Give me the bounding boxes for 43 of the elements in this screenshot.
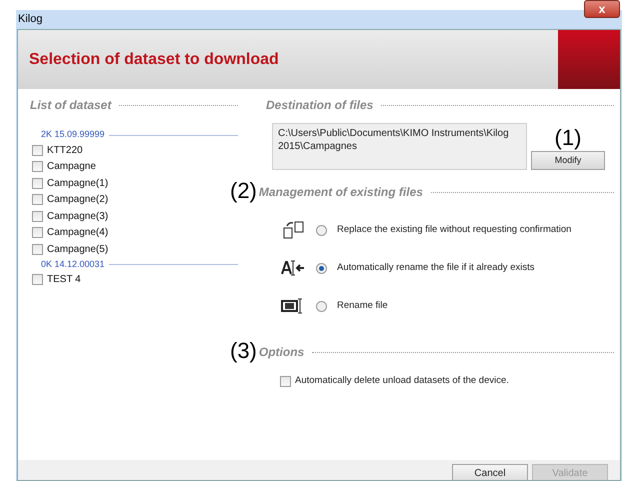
close-button[interactable]: x [584, 0, 620, 18]
option-label: Rename file [337, 298, 388, 313]
checkbox[interactable] [32, 227, 43, 238]
window-title: Kilog [18, 12, 42, 28]
header-title: Selection of dataset to download [28, 50, 279, 70]
option-label: Automatically delete unload datasets of the device. [295, 374, 509, 388]
checkbox[interactable] [32, 178, 43, 189]
step-marker: (3) [230, 338, 257, 364]
dataset-label: Campagne(1) [47, 176, 108, 191]
dataset-label: Campagne(2) [47, 193, 108, 208]
dataset-label: Campagne(5) [47, 242, 108, 257]
checkbox[interactable] [32, 210, 43, 222]
logo-block [558, 30, 620, 89]
section-title: Management of existing files [258, 184, 423, 201]
file-swap-icon [282, 220, 304, 240]
dataset-label: TEST 4 [47, 273, 81, 288]
option-label: Replace the existing file without requesting confirmation [337, 222, 572, 237]
text-cursor-arrow-icon [281, 260, 305, 276]
section-title: Options [258, 344, 304, 361]
device-group-label: 0K 14.12.00031 [41, 258, 105, 271]
rename-field-icon [281, 298, 305, 314]
section-title: Destination of files [266, 97, 374, 114]
dialog-button[interactable]: Cancel [452, 464, 528, 480]
checkbox[interactable] [32, 274, 43, 286]
device-group-label: 2K 15.09.99999 [41, 128, 105, 142]
section-title: List of dataset [30, 97, 112, 114]
checkbox[interactable] [32, 161, 43, 172]
radio-button[interactable] [316, 300, 327, 312]
checkbox[interactable] [32, 194, 43, 206]
checkbox[interactable] [32, 244, 43, 255]
radio-button[interactable] [316, 224, 327, 236]
dataset-label: Campagne [47, 160, 96, 174]
option-label: Automatically rename the file if it already exists [337, 260, 534, 275]
dataset-label: Campagne(3) [47, 210, 108, 224]
path-field[interactable]: C:\Users\Public\Documents\KIMO Instruments\Kilog 2015\Campagnes [272, 123, 527, 170]
radio-button[interactable] [316, 262, 327, 274]
checkbox[interactable] [32, 144, 43, 156]
dataset-label: Campagne(4) [47, 226, 108, 240]
modify-button[interactable]: Modify [531, 151, 605, 170]
checkbox[interactable] [280, 376, 291, 387]
step-marker: (2) [230, 178, 257, 204]
dataset-label: KTT220 [47, 144, 83, 158]
step-marker: (1) [554, 125, 582, 151]
